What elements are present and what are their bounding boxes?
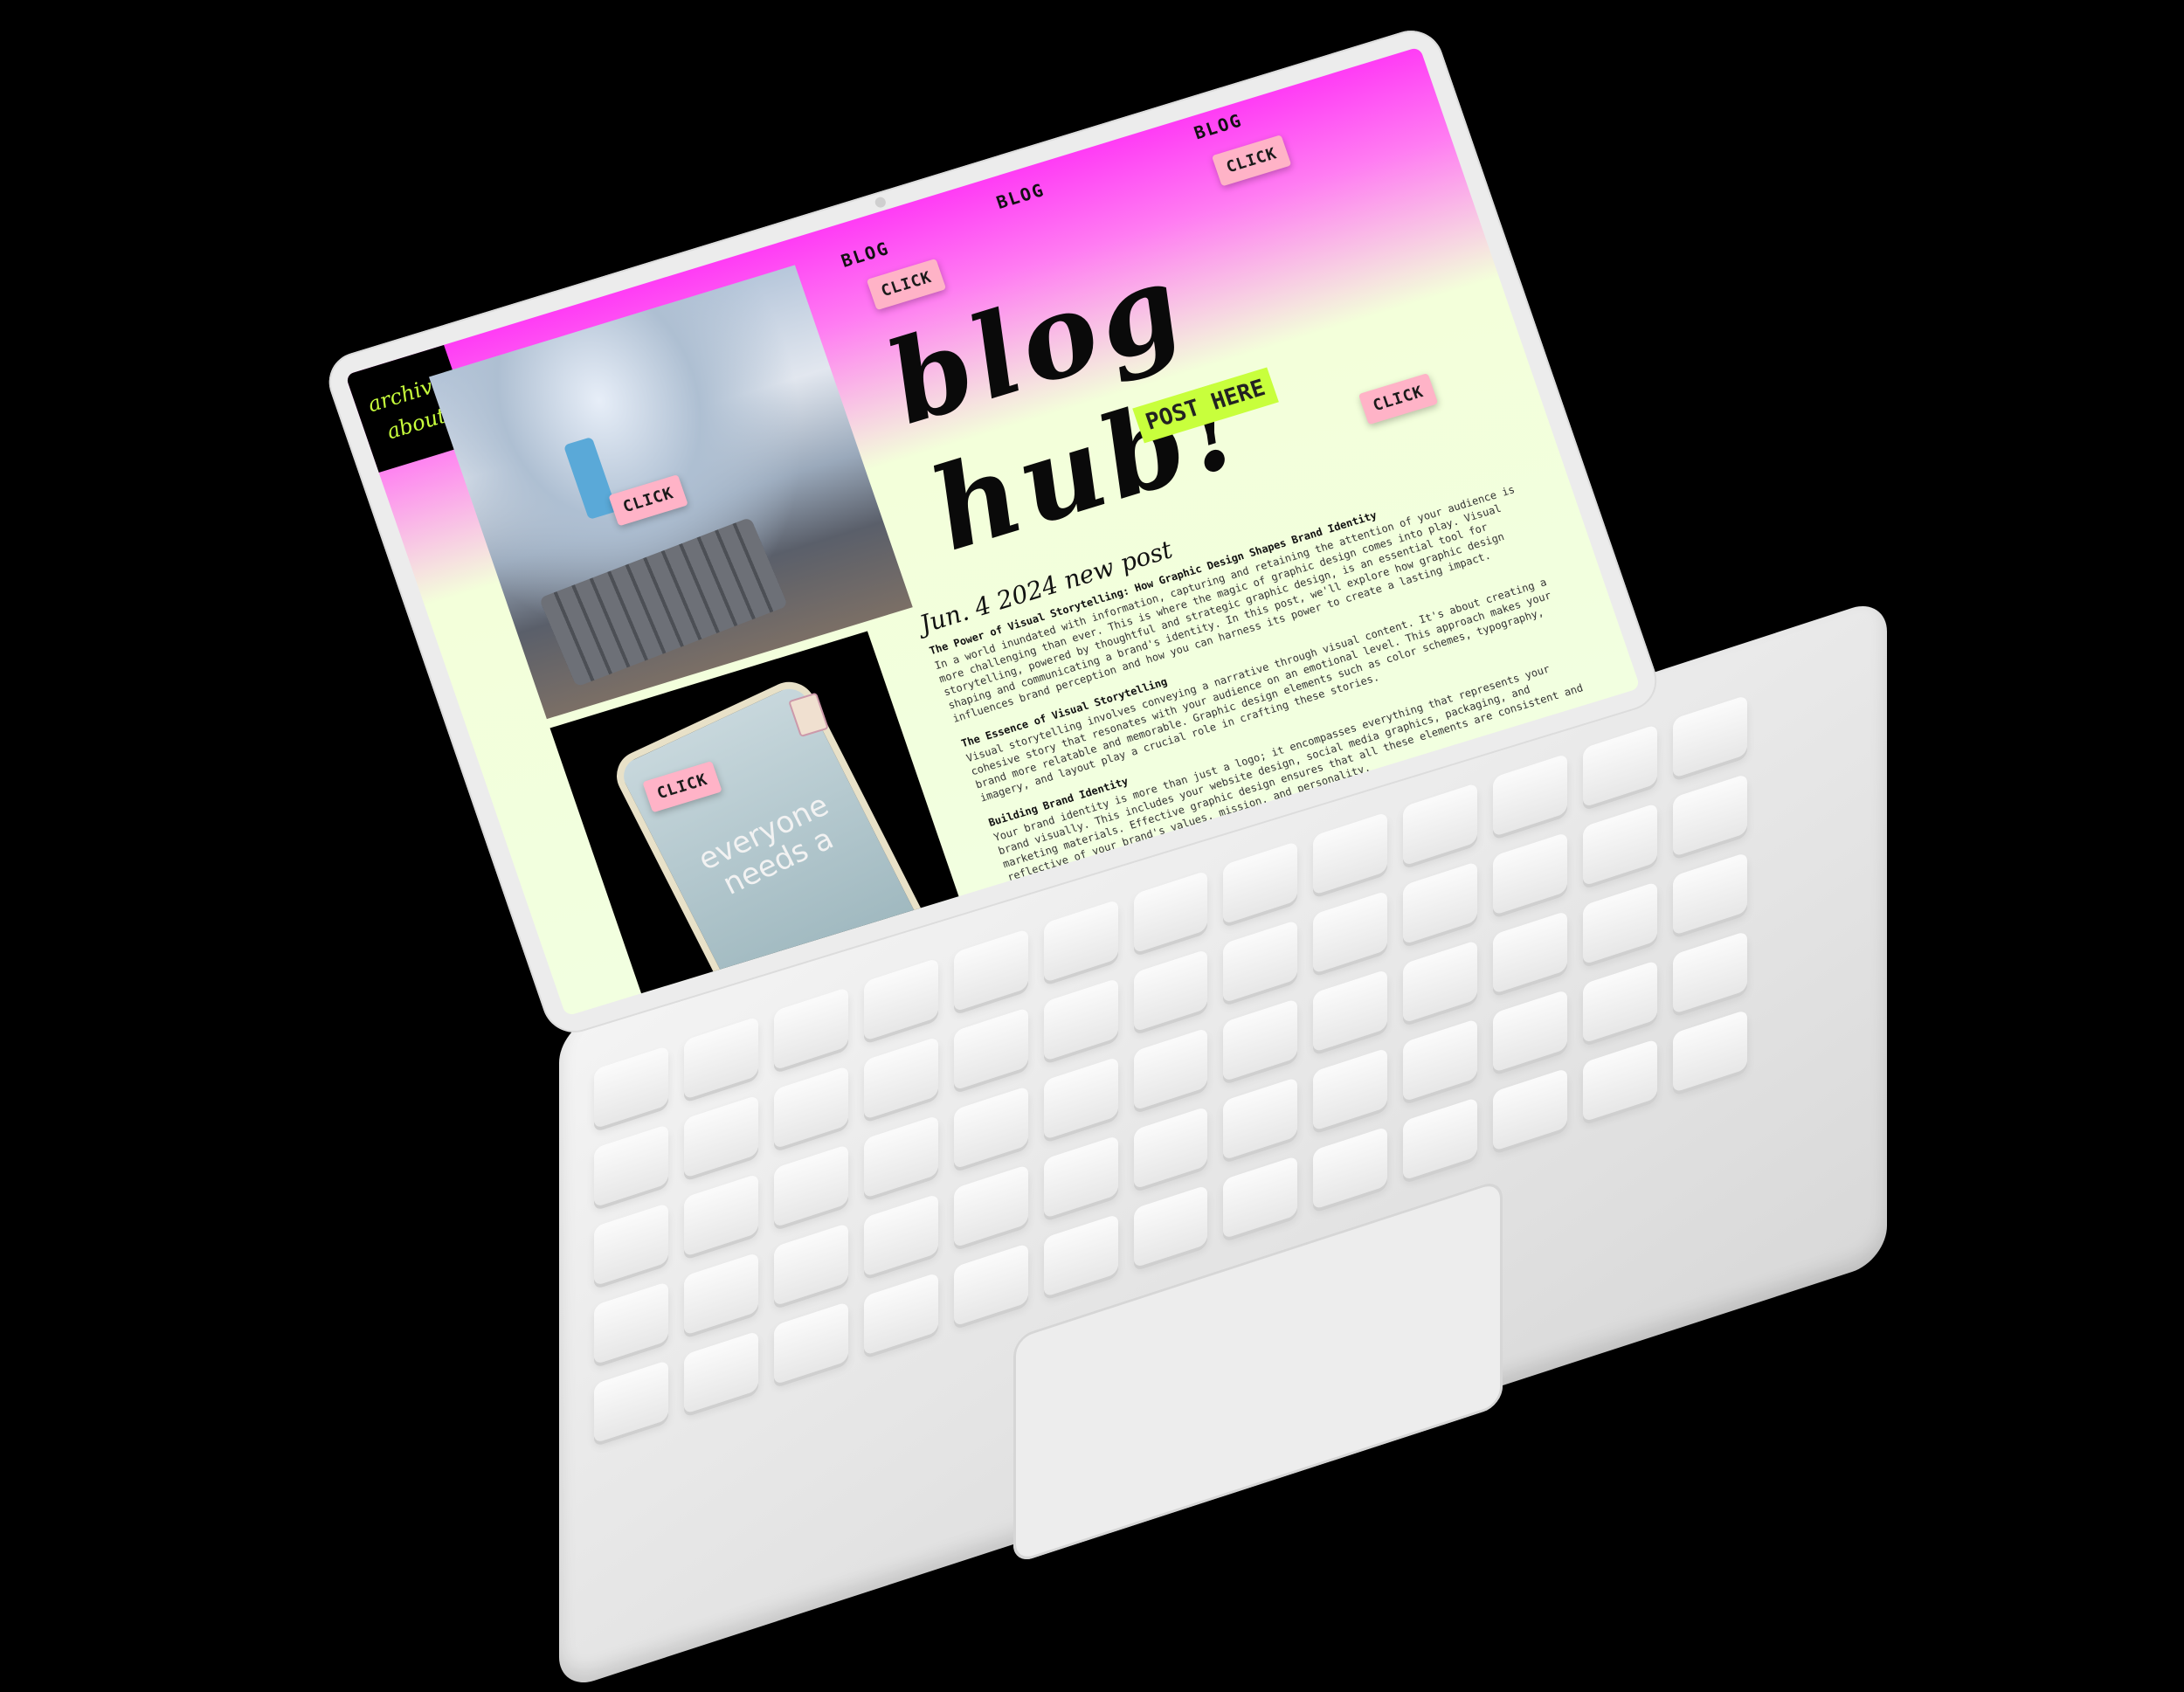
blog-link-2[interactable]: BLOG (993, 179, 1047, 213)
key[interactable] (1673, 852, 1747, 936)
key[interactable] (773, 1143, 848, 1228)
key[interactable] (1583, 1038, 1658, 1122)
click-button-top[interactable]: CLICK (866, 258, 947, 311)
key[interactable] (683, 1330, 758, 1415)
key[interactable] (863, 1272, 938, 1357)
laptop-lid: archive about CLICK everyone needs a CLI… (321, 23, 1666, 1122)
key[interactable] (594, 1202, 668, 1287)
key[interactable] (1043, 1135, 1118, 1219)
key[interactable] (683, 1173, 758, 1258)
key[interactable] (683, 1252, 758, 1336)
key[interactable] (953, 1243, 1028, 1327)
key[interactable] (1583, 881, 1658, 965)
tank-top-text: everyone needs a (693, 787, 840, 902)
click-button-topright[interactable]: CLICK (1211, 135, 1292, 187)
key[interactable] (1223, 1155, 1298, 1240)
blog-link-1[interactable]: BLOG (839, 238, 893, 272)
tank-top-image: everyone needs a (607, 673, 928, 1012)
key[interactable] (773, 1222, 848, 1307)
key[interactable] (1673, 1009, 1747, 1094)
bottle-shape (563, 436, 618, 521)
click-button-photo[interactable]: CLICK (608, 474, 688, 527)
key[interactable] (1493, 832, 1568, 916)
key[interactable] (1673, 773, 1747, 858)
key[interactable] (594, 1123, 668, 1208)
key[interactable] (1583, 802, 1658, 887)
key[interactable] (594, 1359, 668, 1444)
key[interactable] (594, 1281, 668, 1365)
key[interactable] (1133, 1184, 1208, 1268)
key[interactable] (1043, 1213, 1118, 1298)
key[interactable] (1583, 959, 1658, 1044)
key[interactable] (953, 1164, 1028, 1248)
key[interactable] (1493, 989, 1568, 1074)
key[interactable] (863, 1115, 938, 1199)
key[interactable] (773, 1301, 848, 1385)
key[interactable] (863, 1193, 938, 1278)
key[interactable] (1493, 910, 1568, 995)
blog-link-3[interactable]: BLOG (1192, 109, 1246, 143)
key[interactable] (1673, 930, 1747, 1015)
key[interactable] (1493, 1067, 1568, 1152)
key[interactable] (1313, 1126, 1388, 1210)
keyboard-shape (538, 516, 789, 687)
webcam-icon (874, 196, 888, 210)
